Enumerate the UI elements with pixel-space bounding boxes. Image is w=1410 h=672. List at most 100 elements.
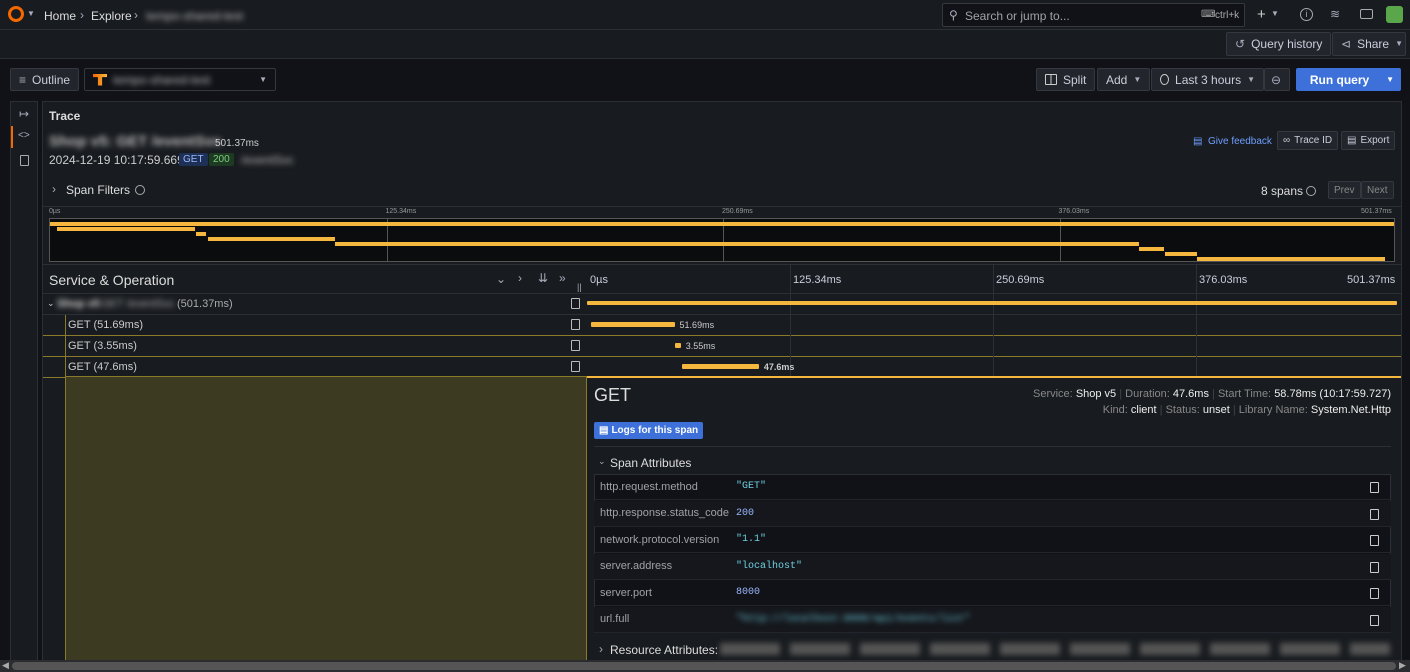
next-label: Next — [1367, 184, 1388, 196]
logs-for-span-button[interactable]: ▤ Logs for this span — [594, 422, 704, 439]
span-bar[interactable] — [675, 343, 681, 348]
trace-url: /eventSvc — [241, 153, 294, 167]
share-icon: ⊲ — [1341, 37, 1352, 51]
breadcrumb-separator-icon: › — [80, 8, 84, 22]
chevron-down-icon: ▼ — [259, 74, 267, 84]
chevron-right-icon[interactable]: › — [518, 272, 522, 284]
library-label: Library Name: — [1238, 404, 1308, 416]
chevron-down-icon: ▼ — [1133, 74, 1142, 84]
logs-icon[interactable] — [571, 319, 580, 330]
prev-button[interactable]: Prev — [1328, 181, 1361, 199]
rail-active-indicator — [11, 126, 13, 148]
trace-name: Shop v5: GET /eventSvc — [49, 133, 222, 150]
start-time-value: 58.78ms (10:17:59.727) — [1274, 388, 1391, 400]
trace-minimap[interactable]: 0µs 125.34ms 250.69ms 376.03ms 501.37ms — [43, 206, 1401, 262]
minimap-span-bar — [50, 222, 1394, 226]
add-button[interactable]: Add ▼ — [1097, 68, 1151, 91]
span-filters-label[interactable]: Span Filters — [66, 183, 130, 197]
chevron-right-icon[interactable]: › — [52, 183, 56, 195]
chevron-down-icon[interactable]: ⌄ — [598, 457, 606, 466]
scroll-left-icon[interactable]: ◀ — [2, 660, 9, 671]
breadcrumb-home[interactable]: Home — [44, 9, 76, 23]
scroll-right-icon[interactable]: ▶ — [1399, 660, 1406, 671]
copy-icon[interactable] — [1370, 482, 1379, 493]
info-icon — [1306, 186, 1316, 196]
timeline-gridline — [790, 336, 791, 357]
chevron-down-icon[interactable]: ▼ — [27, 10, 35, 18]
document-icon[interactable] — [20, 155, 29, 166]
query-history-button[interactable]: ↺ Query history — [1226, 32, 1332, 56]
code-icon[interactable]: <> — [18, 131, 30, 141]
chevron-down-icon[interactable]: ▼ — [1386, 75, 1394, 84]
outline-button[interactable]: ≡ Outline — [10, 68, 80, 91]
chevron-down-icon[interactable]: ⌄ — [47, 298, 55, 309]
attribute-value: 8000 — [736, 587, 761, 598]
kind-value: client — [1130, 404, 1157, 416]
link-icon: ∞ — [1283, 135, 1291, 146]
attribute-key: server.address — [600, 560, 673, 572]
resource-attributes-header[interactable]: Resource Attributes: — [610, 643, 718, 657]
minimap-tick-label: 0µs — [49, 208, 61, 215]
copy-icon[interactable] — [1370, 535, 1379, 546]
logs-icon[interactable] — [571, 361, 580, 372]
timeline-gridline — [993, 336, 994, 357]
scroll-thumb[interactable] — [12, 662, 1396, 670]
duration-value: 47.6ms — [1172, 388, 1209, 400]
breadcrumb-current: tempo-shared-test — [146, 9, 244, 23]
run-query-button[interactable]: Run query ▼ — [1296, 68, 1401, 91]
give-feedback-link[interactable]: Give feedback — [1208, 136, 1272, 147]
span-row[interactable]: ⌄ Shop v5 GET /eventSvc (501.37ms) — [43, 294, 1401, 315]
left-rail: ↦ <> — [10, 101, 38, 661]
logs-icon[interactable] — [571, 340, 580, 351]
search-bar[interactable]: ⚲ Search or jump to... ⌨ ctrl+k — [942, 3, 1245, 27]
grafana-logo-icon[interactable] — [8, 6, 24, 22]
plus-icon[interactable]: + — [1257, 6, 1266, 23]
logs-icon[interactable] — [571, 298, 580, 309]
span-bar[interactable] — [591, 322, 675, 327]
span-row[interactable]: GET (3.55ms) 3.55ms — [43, 336, 1401, 357]
next-button[interactable]: Next — [1361, 181, 1394, 199]
status-badge: 200 — [209, 153, 234, 166]
search-input[interactable]: Search or jump to... — [965, 9, 1070, 23]
minimap-span-bar — [1197, 257, 1385, 261]
expand-icon[interactable]: ↦ — [19, 108, 29, 120]
avatar[interactable] — [1386, 6, 1403, 23]
outline-label: Outline — [32, 72, 71, 87]
timeline-gridline — [1196, 315, 1197, 336]
span-attributes-header[interactable]: Span Attributes — [610, 456, 691, 470]
span-detail-title: GET — [594, 385, 632, 405]
display-icon[interactable] — [1360, 9, 1373, 19]
zoom-out-button[interactable]: ⊖ — [1264, 68, 1290, 91]
datasource-picker[interactable]: tempo-shared-test ▼ — [84, 68, 276, 91]
span-row[interactable]: GET (47.6ms) 47.6ms — [43, 357, 1401, 378]
chevron-down-icon[interactable]: ▼ — [1271, 10, 1279, 18]
help-icon[interactable]: i — [1300, 8, 1313, 21]
timeline-gridline — [790, 265, 791, 295]
collapse-all-icon[interactable]: ⌄ — [496, 273, 506, 285]
resize-handle-icon[interactable]: || — [577, 283, 582, 292]
rss-icon[interactable]: ≋ — [1330, 8, 1340, 20]
resource-attributes-blurred — [720, 643, 1390, 655]
export-label: Export — [1360, 135, 1390, 146]
copy-icon[interactable] — [1370, 508, 1379, 520]
search-icon: ⚲ — [949, 8, 958, 22]
copy-icon[interactable] — [1370, 588, 1379, 599]
trace-id-button[interactable]: ∞ Trace ID — [1277, 131, 1339, 150]
share-button[interactable]: ⊲ Share ▼ — [1332, 32, 1406, 56]
panel-title: Trace — [49, 109, 81, 123]
export-button[interactable]: ▤ Export — [1341, 131, 1396, 150]
timeline-tick-label: 501.37ms — [1347, 274, 1396, 286]
time-range-picker[interactable]: Last 3 hours ▼ — [1151, 68, 1264, 91]
horizontal-scrollbar[interactable]: ◀ ▶ — [0, 660, 1410, 672]
span-bar[interactable] — [587, 301, 1397, 305]
span-bar[interactable] — [681, 364, 759, 369]
span-meta-line-2: Kind: client | Status: unset | Library N… — [1103, 404, 1391, 416]
copy-icon[interactable] — [1370, 614, 1379, 626]
copy-icon[interactable] — [1370, 561, 1379, 573]
expand-one-icon[interactable]: ⇊ — [538, 272, 548, 284]
expand-all-icon[interactable]: » — [559, 272, 566, 284]
split-button[interactable]: Split — [1036, 68, 1096, 91]
chevron-right-icon[interactable]: › — [599, 643, 603, 655]
span-row[interactable]: GET (51.69ms) 51.69ms — [43, 315, 1401, 336]
breadcrumb-explore[interactable]: Explore — [91, 9, 132, 23]
